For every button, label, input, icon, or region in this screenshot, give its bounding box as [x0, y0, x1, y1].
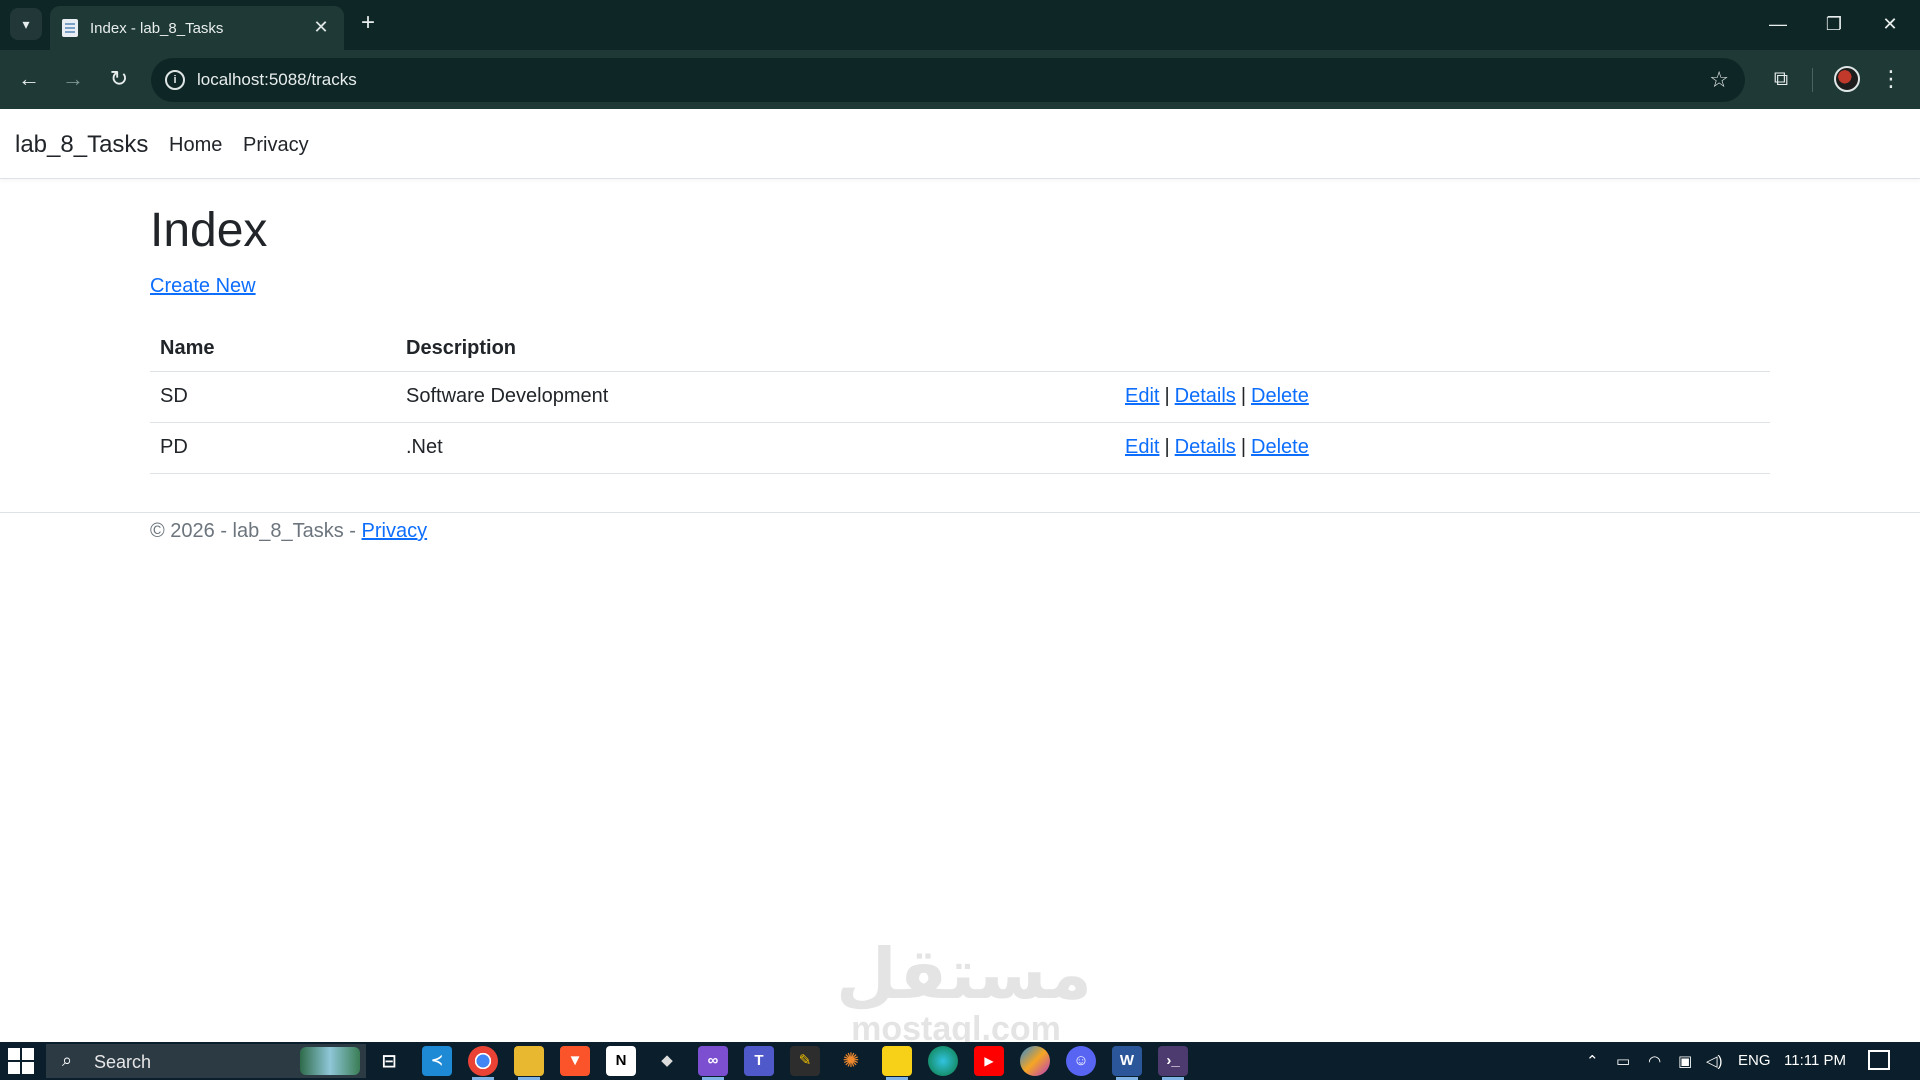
extensions-puzzle-icon[interactable]: ⧉: [1766, 64, 1796, 94]
claude-icon[interactable]: ✺: [836, 1046, 866, 1076]
brave-icon[interactable]: ▼: [560, 1046, 590, 1076]
discord-icon[interactable]: ☺: [1066, 1046, 1096, 1076]
restore-icon[interactable]: ❐: [1812, 6, 1856, 42]
column-header-name: Name: [150, 322, 396, 372]
site-navbar: lab_8_Tasks Home Privacy: [0, 109, 1920, 179]
browser-tab-active[interactable]: Index - lab_8_Tasks ✕: [50, 6, 344, 50]
site-info-icon[interactable]: i: [165, 70, 185, 90]
taskbar-search-box[interactable]: ⌕ Search: [46, 1044, 366, 1078]
terminal-icon[interactable]: ›_: [1158, 1046, 1188, 1080]
windows-start-icon[interactable]: [8, 1048, 34, 1074]
address-bar[interactable]: i localhost:5088/tracks ☆: [151, 58, 1745, 102]
table-row: PD .Net Edit | Details | Delete: [150, 422, 1770, 474]
edit-link[interactable]: Edit: [1125, 385, 1159, 407]
sticky-notes-icon[interactable]: [882, 1046, 912, 1080]
task-view-icon[interactable]: ⊟: [374, 1046, 404, 1076]
clock[interactable]: 11:11 PM: [1784, 1052, 1846, 1069]
cell-name: SD: [150, 371, 396, 423]
teams-icon[interactable]: T: [744, 1046, 774, 1076]
column-header-actions: [1115, 322, 1770, 372]
back-arrow-icon[interactable]: ←: [12, 62, 46, 96]
file-explorer-icon[interactable]: [514, 1046, 544, 1080]
delete-link[interactable]: Delete: [1251, 436, 1309, 458]
taskbar-search-label: Search: [94, 1052, 152, 1072]
footer-copyright: © 2026 - lab_8_Tasks -: [150, 520, 362, 542]
address-url[interactable]: localhost:5088/tracks: [197, 70, 357, 90]
search-icon: ⌕: [62, 1050, 73, 1070]
more-menu-icon[interactable]: ⋮: [1876, 62, 1906, 96]
browser-tab-strip: ▾ Index - lab_8_Tasks ✕ + — ❐ ✕: [0, 0, 1920, 50]
meet-now-icon[interactable]: ▣: [1678, 1052, 1692, 1070]
delete-link[interactable]: Delete: [1251, 385, 1309, 407]
page-favicon-icon: [62, 19, 78, 37]
youtube-icon[interactable]: ▶: [974, 1046, 1004, 1076]
tracks-table: Name Description SD Software Development…: [150, 322, 1770, 474]
visual-studio-icon[interactable]: ∞: [698, 1046, 728, 1080]
edit-link[interactable]: Edit: [1125, 436, 1159, 458]
nav-link-privacy[interactable]: Privacy: [243, 134, 309, 157]
vscode-icon[interactable]: ≺: [422, 1046, 452, 1076]
details-link[interactable]: Details: [1175, 436, 1236, 458]
window-close-icon[interactable]: ✕: [1868, 6, 1912, 42]
reload-icon[interactable]: ↻: [102, 62, 136, 96]
chrome-icon[interactable]: [468, 1046, 498, 1080]
word-icon[interactable]: W: [1112, 1046, 1142, 1080]
page-title: Index: [150, 204, 268, 257]
wifi-icon[interactable]: ◠: [1648, 1052, 1661, 1070]
tab-close-icon[interactable]: ✕: [310, 16, 332, 38]
create-new-link[interactable]: Create New: [150, 275, 256, 298]
watermark-logo: مستقل mostaql.com: [836, 933, 1093, 1048]
notion-icon[interactable]: N: [606, 1046, 636, 1076]
tray-overflow-chevron-icon[interactable]: ⌃: [1586, 1052, 1599, 1070]
action-separator: |: [1164, 436, 1170, 458]
cell-name: PD: [150, 422, 396, 474]
language-indicator[interactable]: ENG: [1738, 1052, 1771, 1069]
site-footer: © 2026 - lab_8_Tasks - Privacy: [0, 512, 1920, 562]
footer-text: © 2026 - lab_8_Tasks - Privacy: [150, 520, 427, 543]
volume-icon[interactable]: ◁): [1706, 1052, 1723, 1070]
cube-app-icon[interactable]: ◆: [652, 1046, 682, 1076]
forward-arrow-icon[interactable]: →: [56, 62, 90, 96]
toolbar-divider: [1812, 68, 1813, 92]
profile-avatar[interactable]: [1834, 66, 1860, 92]
battery-icon[interactable]: ▭: [1616, 1052, 1630, 1070]
watermark-arabic: مستقل: [836, 933, 1093, 1015]
action-separator: |: [1164, 385, 1170, 407]
cell-description: Software Development: [396, 371, 1115, 423]
cell-actions: Edit | Details | Delete: [1115, 371, 1770, 423]
details-link[interactable]: Details: [1175, 385, 1236, 407]
browser-toolbar: ← → ↻ i localhost:5088/tracks ☆ ⧉ ⋮: [0, 50, 1920, 109]
action-separator: |: [1240, 436, 1247, 458]
table-row: SD Software Development Edit | Details | Del…: [150, 371, 1770, 423]
tab-title: Index - lab_8_Tasks: [90, 20, 224, 37]
notifications-icon[interactable]: [1868, 1050, 1890, 1070]
tab-search-dropdown-icon[interactable]: ▾: [10, 8, 42, 40]
search-highlight-image: [300, 1047, 360, 1075]
action-separator: |: [1240, 385, 1247, 407]
edge-icon[interactable]: [928, 1046, 958, 1076]
minimize-icon[interactable]: —: [1756, 6, 1800, 42]
windows-taskbar: ⌕ Search ⊟ ≺ ▼ N ◆ ∞ T ✎ ✺ ▶ ☺ W ›_ ⌃ ▭ …: [0, 1042, 1920, 1080]
copilot-icon[interactable]: [1020, 1046, 1050, 1076]
new-tab-plus-icon[interactable]: +: [354, 10, 382, 38]
bookmark-star-icon[interactable]: ☆: [1709, 67, 1729, 93]
sticky-app-icon[interactable]: ✎: [790, 1046, 820, 1076]
watermark-latin: mostaql.com: [851, 1010, 1061, 1048]
footer-privacy-link[interactable]: Privacy: [362, 520, 428, 542]
table-header-row: Name Description: [150, 322, 1770, 372]
nav-link-home[interactable]: Home: [169, 134, 222, 157]
navbar-brand[interactable]: lab_8_Tasks: [15, 131, 148, 159]
cell-actions: Edit | Details | Delete: [1115, 422, 1770, 474]
column-header-description: Description: [396, 322, 1115, 372]
cell-description: .Net: [396, 422, 1115, 474]
